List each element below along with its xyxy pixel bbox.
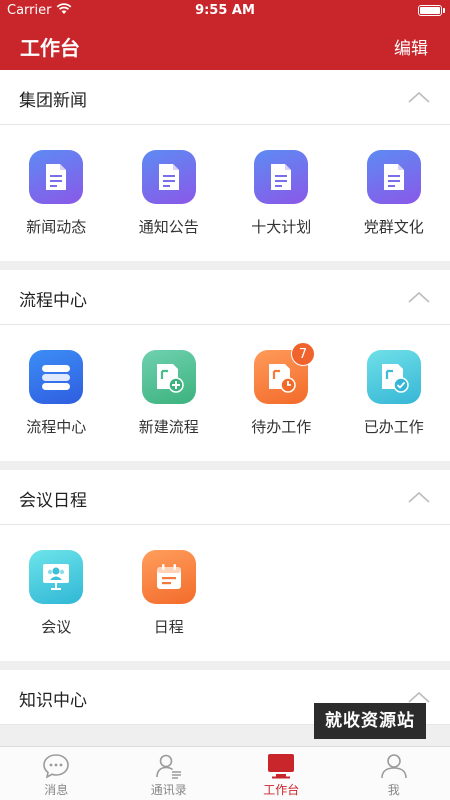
watermark: 就收资源站	[314, 703, 426, 739]
done-work-icon	[366, 350, 421, 404]
app-label: 党群文化	[363, 218, 424, 236]
edit-button[interactable]: 编辑	[394, 34, 428, 59]
chevron-up-icon[interactable]	[408, 90, 430, 104]
new-process-icon	[141, 350, 196, 404]
badge-count: 7	[291, 342, 315, 366]
document-icon	[29, 150, 84, 204]
chevron-up-icon[interactable]	[408, 290, 430, 304]
top-bar: Carrier 9:55 AM 工作台 编辑	[0, 0, 450, 70]
page-title: 工作台	[20, 36, 80, 60]
app-ten-plans[interactable]: 十大计划	[225, 150, 338, 261]
section-header[interactable]: 集团新闻	[0, 70, 450, 125]
workspace-content[interactable]: 集团新闻 新闻动态 通知公告 十大计划 党群文化 流程中心 流程中心 新建流程 …	[0, 70, 450, 746]
app-label: 已办工作	[363, 418, 424, 436]
process-list-icon	[29, 350, 84, 404]
section-process-center: 流程中心 流程中心 新建流程 7 待办工作 已办工作	[0, 270, 450, 461]
app-label: 流程中心	[26, 418, 87, 436]
tab-label: 通讯录	[150, 783, 187, 797]
chevron-up-icon[interactable]	[408, 690, 430, 704]
chat-bubble-icon	[43, 754, 70, 779]
app-schedule[interactable]: 日程	[113, 550, 226, 661]
schedule-icon	[141, 550, 196, 604]
monitor-icon	[268, 754, 295, 779]
document-icon	[366, 150, 421, 204]
tab-label: 我	[387, 783, 400, 797]
chevron-up-icon[interactable]	[408, 490, 430, 504]
document-icon	[254, 150, 309, 204]
app-label: 通知公告	[138, 218, 199, 236]
section-group-news: 集团新闻 新闻动态 通知公告 十大计划 党群文化	[0, 70, 450, 261]
document-icon	[141, 150, 196, 204]
app-label: 日程	[153, 618, 184, 636]
status-bar: Carrier 9:55 AM	[0, 0, 450, 22]
meeting-icon	[29, 550, 84, 604]
app-news[interactable]: 新闻动态	[0, 150, 113, 261]
app-process-center[interactable]: 流程中心	[0, 350, 113, 461]
app-label: 新闻动态	[26, 218, 87, 236]
app-label: 待办工作	[251, 418, 312, 436]
app-label: 十大计划	[251, 218, 312, 236]
section-title: 知识中心	[19, 691, 87, 711]
tab-contacts[interactable]: 通讯录	[113, 747, 226, 800]
app-meeting[interactable]: 会议	[0, 550, 113, 661]
tab-me[interactable]: 我	[338, 747, 450, 800]
section-title: 集团新闻	[19, 91, 87, 111]
section-title: 流程中心	[19, 291, 87, 311]
section-header[interactable]: 流程中心	[0, 270, 450, 325]
contacts-icon	[155, 754, 181, 779]
app-pending-work[interactable]: 7 待办工作	[225, 342, 338, 461]
tab-messages[interactable]: 消息	[0, 747, 113, 800]
tab-workspace[interactable]: 工作台	[225, 747, 338, 800]
clock: 9:55 AM	[195, 3, 255, 18]
user-icon	[380, 754, 407, 779]
battery-icon	[418, 5, 445, 16]
app-party-culture[interactable]: 党群文化	[338, 150, 450, 261]
nav-bar: 工作台 编辑	[0, 22, 450, 70]
tab-label: 工作台	[263, 783, 300, 797]
tab-label: 消息	[44, 783, 69, 797]
app-label: 会议	[41, 618, 72, 636]
section-title: 会议日程	[19, 491, 87, 511]
app-notices[interactable]: 通知公告	[113, 150, 226, 261]
section-meeting-schedule: 会议日程 会议 日程	[0, 470, 450, 661]
section-header[interactable]: 会议日程	[0, 470, 450, 525]
app-new-process[interactable]: 新建流程	[113, 350, 226, 461]
tab-bar: 消息 通讯录 工作台 我	[0, 746, 450, 800]
app-label: 新建流程	[138, 418, 199, 436]
app-done-work[interactable]: 已办工作	[338, 350, 450, 461]
